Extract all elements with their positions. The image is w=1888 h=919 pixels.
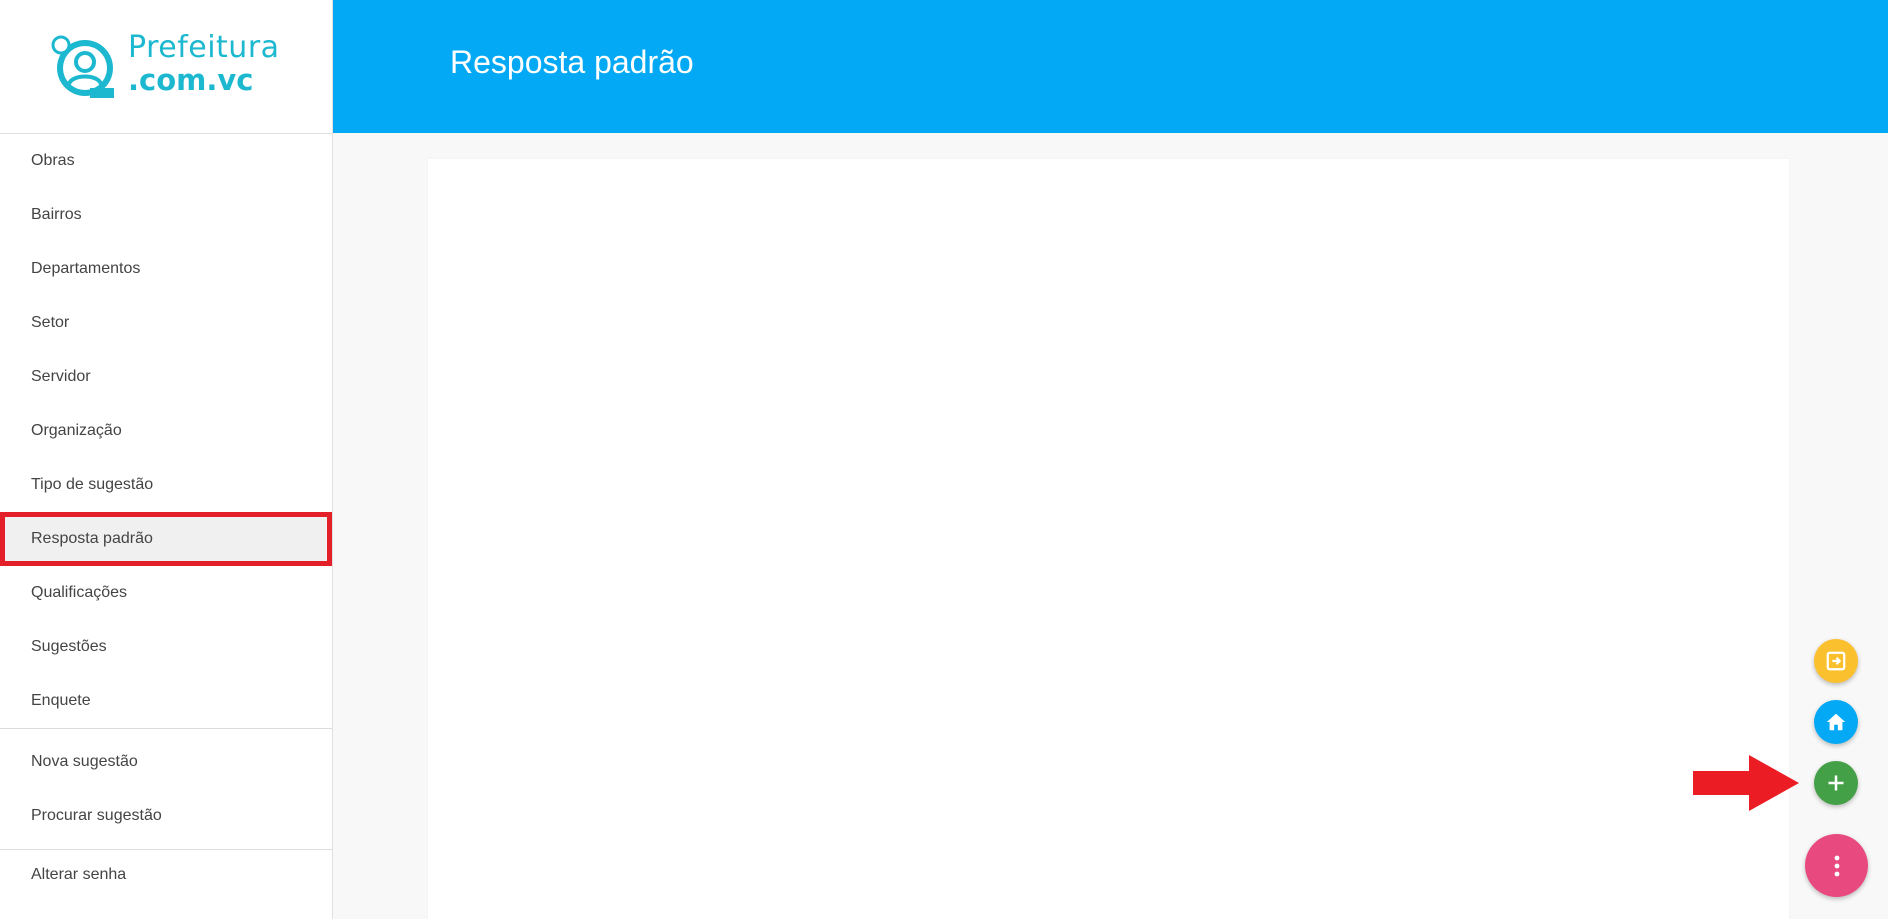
exit-button[interactable] [1814,639,1858,683]
sidebar-nav: Obras Bairros Departamentos Setor Servid… [0,134,332,900]
nav-group-actions: Nova sugestão Procurar sugestão [0,729,332,850]
sidebar-item-tipo-de-sugestao[interactable]: Tipo de sugestão [0,458,332,512]
plus-icon [1828,775,1844,791]
sidebar-item-enquete[interactable]: Enquete [0,674,332,728]
nav-group-account: Alterar senha [0,850,332,900]
sidebar: Prefeitura .com.vc Obras Bairros Departa… [0,0,333,919]
sidebar-item-bairros[interactable]: Bairros [0,188,332,242]
red-arrow-icon [1693,755,1799,811]
sidebar-item-servidor[interactable]: Servidor [0,350,332,404]
more-actions-button[interactable] [1805,834,1868,897]
sidebar-item-nova-sugestao[interactable]: Nova sugestão [0,735,332,789]
sidebar-item-obras[interactable]: Obras [0,134,332,188]
sidebar-item-qualificacoes[interactable]: Qualificações [0,566,332,620]
logo-user-icon [51,35,114,98]
logo[interactable]: Prefeitura .com.vc [0,0,332,134]
page-title: Resposta padrão [450,44,694,80]
brand-name-line2: .com.vc [128,63,254,97]
brand-name-line1: Prefeitura [128,30,280,65]
app-header: Resposta padrão [333,0,1888,133]
sidebar-item-procurar-sugestao[interactable]: Procurar sugestão [0,789,332,843]
home-icon [1826,713,1846,731]
sidebar-item-alterar-senha[interactable]: Alterar senha [0,850,332,900]
sidebar-item-resposta-padrao[interactable]: Resposta padrão [0,512,332,566]
exit-to-app-icon [1826,651,1846,671]
logo-text: Prefeitura .com.vc [128,30,280,97]
sidebar-item-organizacao[interactable]: Organização [0,404,332,458]
sidebar-item-setor[interactable]: Setor [0,296,332,350]
home-button[interactable] [1814,700,1858,744]
sidebar-item-sugestoes[interactable]: Sugestões [0,620,332,674]
more-vertical-icon [1834,855,1839,876]
content-card [428,159,1789,919]
sidebar-item-departamentos[interactable]: Departamentos [0,242,332,296]
nav-group-main: Obras Bairros Departamentos Setor Servid… [0,134,332,729]
add-button[interactable] [1814,761,1858,805]
